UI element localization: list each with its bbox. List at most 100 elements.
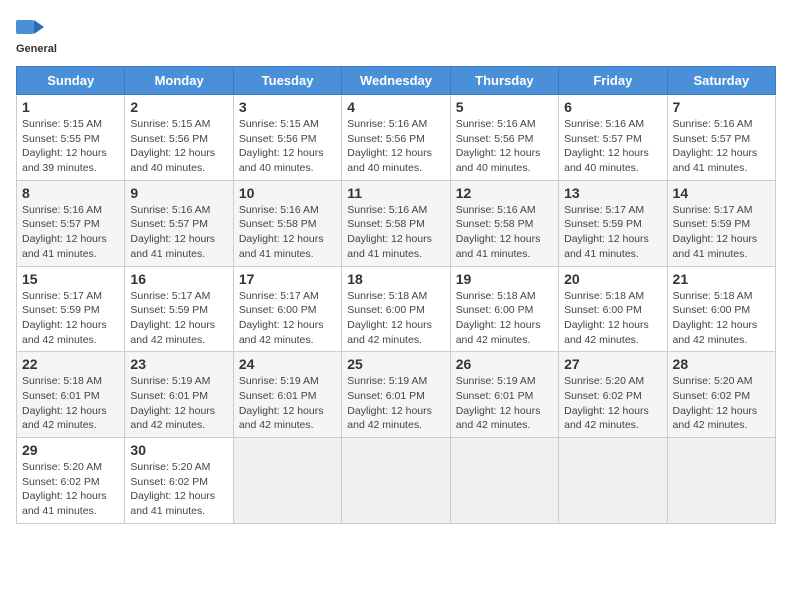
weekday-header-saturday: Saturday	[667, 67, 775, 95]
svg-text:General: General	[16, 43, 57, 55]
calendar-cell: 13 Sunrise: 5:17 AMSunset: 5:59 PMDayligh…	[559, 180, 667, 266]
day-info: Sunrise: 5:17 AMSunset: 5:59 PMDaylight:…	[22, 289, 119, 348]
calendar-cell: 18 Sunrise: 5:18 AMSunset: 6:00 PMDayligh…	[342, 266, 450, 352]
day-info: Sunrise: 5:16 AMSunset: 5:58 PMDaylight:…	[347, 203, 444, 262]
day-number: 2	[130, 99, 227, 115]
calendar-week-1: 1 Sunrise: 5:15 AMSunset: 5:55 PMDaylight…	[17, 95, 776, 181]
calendar-cell	[342, 438, 450, 524]
day-info: Sunrise: 5:19 AMSunset: 6:01 PMDaylight:…	[456, 374, 553, 433]
day-info: Sunrise: 5:20 AMSunset: 6:02 PMDaylight:…	[130, 460, 227, 519]
calendar-cell: 10 Sunrise: 5:16 AMSunset: 5:58 PMDayligh…	[233, 180, 341, 266]
calendar-header: SundayMondayTuesdayWednesdayThursdayFrid…	[17, 67, 776, 95]
day-info: Sunrise: 5:19 AMSunset: 6:01 PMDaylight:…	[130, 374, 227, 433]
calendar-cell: 16 Sunrise: 5:17 AMSunset: 5:59 PMDayligh…	[125, 266, 233, 352]
calendar-cell: 30 Sunrise: 5:20 AMSunset: 6:02 PMDayligh…	[125, 438, 233, 524]
day-info: Sunrise: 5:17 AMSunset: 5:59 PMDaylight:…	[673, 203, 770, 262]
day-number: 1	[22, 99, 119, 115]
day-number: 7	[673, 99, 770, 115]
calendar-cell: 17 Sunrise: 5:17 AMSunset: 6:00 PMDayligh…	[233, 266, 341, 352]
calendar-cell: 20 Sunrise: 5:18 AMSunset: 6:00 PMDayligh…	[559, 266, 667, 352]
day-number: 13	[564, 185, 661, 201]
day-number: 15	[22, 271, 119, 287]
day-info: Sunrise: 5:18 AMSunset: 6:00 PMDaylight:…	[673, 289, 770, 348]
calendar-cell: 23 Sunrise: 5:19 AMSunset: 6:01 PMDayligh…	[125, 352, 233, 438]
day-info: Sunrise: 5:19 AMSunset: 6:01 PMDaylight:…	[239, 374, 336, 433]
logo-icon: General Blue	[16, 16, 64, 56]
day-number: 25	[347, 356, 444, 372]
calendar-cell: 28 Sunrise: 5:20 AMSunset: 6:02 PMDayligh…	[667, 352, 775, 438]
day-number: 24	[239, 356, 336, 372]
calendar-cell: 4 Sunrise: 5:16 AMSunset: 5:56 PMDaylight…	[342, 95, 450, 181]
calendar-cell: 7 Sunrise: 5:16 AMSunset: 5:57 PMDaylight…	[667, 95, 775, 181]
day-number: 12	[456, 185, 553, 201]
calendar-cell: 27Sunrise: 5:20 AMSunset: 6:02 PMDayligh…	[559, 352, 667, 438]
day-info: Sunrise: 5:19 AMSunset: 6:01 PMDaylight:…	[347, 374, 444, 433]
day-number: 20	[564, 271, 661, 287]
day-info: Sunrise: 5:16 AMSunset: 5:58 PMDaylight:…	[456, 203, 553, 262]
page-header: General Blue	[16, 16, 776, 58]
weekday-header-sunday: Sunday	[17, 67, 125, 95]
calendar-cell: 6 Sunrise: 5:16 AMSunset: 5:57 PMDaylight…	[559, 95, 667, 181]
day-number: 14	[673, 185, 770, 201]
day-number: 8	[22, 185, 119, 201]
day-info: Sunrise: 5:20 AMSunset: 6:02 PMDaylight:…	[22, 460, 119, 519]
calendar-cell: 5Sunrise: 5:16 AMSunset: 5:56 PMDaylight…	[450, 95, 558, 181]
weekday-header-monday: Monday	[125, 67, 233, 95]
calendar-cell: 24 Sunrise: 5:19 AMSunset: 6:01 PMDayligh…	[233, 352, 341, 438]
day-number: 17	[239, 271, 336, 287]
day-number: 29	[22, 442, 119, 458]
calendar-cell: 3Sunrise: 5:15 AMSunset: 5:56 PMDaylight…	[233, 95, 341, 181]
day-info: Sunrise: 5:16 AMSunset: 5:57 PMDaylight:…	[130, 203, 227, 262]
calendar-cell: 14 Sunrise: 5:17 AMSunset: 5:59 PMDayligh…	[667, 180, 775, 266]
calendar-cell: 19Sunrise: 5:18 AMSunset: 6:00 PMDayligh…	[450, 266, 558, 352]
day-number: 9	[130, 185, 227, 201]
calendar-cell: 22 Sunrise: 5:18 AMSunset: 6:01 PMDayligh…	[17, 352, 125, 438]
calendar-cell: 2 Sunrise: 5:15 AMSunset: 5:56 PMDaylight…	[125, 95, 233, 181]
day-number: 30	[130, 442, 227, 458]
day-number: 18	[347, 271, 444, 287]
day-number: 3	[239, 99, 336, 115]
calendar-cell: 29 Sunrise: 5:20 AMSunset: 6:02 PMDayligh…	[17, 438, 125, 524]
calendar-cell: 9 Sunrise: 5:16 AMSunset: 5:57 PMDaylight…	[125, 180, 233, 266]
svg-text:Blue: Blue	[16, 55, 40, 56]
day-info: Sunrise: 5:17 AMSunset: 6:00 PMDaylight:…	[239, 289, 336, 348]
day-info: Sunrise: 5:16 AMSunset: 5:56 PMDaylight:…	[347, 117, 444, 176]
day-number: 10	[239, 185, 336, 201]
calendar-week-2: 8 Sunrise: 5:16 AMSunset: 5:57 PMDaylight…	[17, 180, 776, 266]
day-number: 22	[22, 356, 119, 372]
logo: General Blue	[16, 16, 64, 58]
day-number: 16	[130, 271, 227, 287]
calendar-table: SundayMondayTuesdayWednesdayThursdayFrid…	[16, 66, 776, 524]
day-info: Sunrise: 5:16 AMSunset: 5:57 PMDaylight:…	[673, 117, 770, 176]
day-info: Sunrise: 5:16 AMSunset: 5:56 PMDaylight:…	[456, 117, 553, 176]
calendar-cell: 25 Sunrise: 5:19 AMSunset: 6:01 PMDayligh…	[342, 352, 450, 438]
day-info: Sunrise: 5:15 AMSunset: 5:56 PMDaylight:…	[130, 117, 227, 176]
calendar-week-3: 15 Sunrise: 5:17 AMSunset: 5:59 PMDayligh…	[17, 266, 776, 352]
weekday-header-wednesday: Wednesday	[342, 67, 450, 95]
calendar-cell: 26 Sunrise: 5:19 AMSunset: 6:01 PMDayligh…	[450, 352, 558, 438]
calendar-cell	[667, 438, 775, 524]
day-info: Sunrise: 5:20 AMSunset: 6:02 PMDaylight:…	[673, 374, 770, 433]
day-number: 26	[456, 356, 553, 372]
day-info: Sunrise: 5:16 AMSunset: 5:58 PMDaylight:…	[239, 203, 336, 262]
calendar-week-5: 29 Sunrise: 5:20 AMSunset: 6:02 PMDayligh…	[17, 438, 776, 524]
day-number: 21	[673, 271, 770, 287]
day-info: Sunrise: 5:17 AMSunset: 5:59 PMDaylight:…	[130, 289, 227, 348]
day-number: 28	[673, 356, 770, 372]
day-info: Sunrise: 5:16 AMSunset: 5:57 PMDaylight:…	[564, 117, 661, 176]
day-info: Sunrise: 5:18 AMSunset: 6:00 PMDaylight:…	[564, 289, 661, 348]
day-number: 23	[130, 356, 227, 372]
day-number: 11	[347, 185, 444, 201]
day-info: Sunrise: 5:18 AMSunset: 6:00 PMDaylight:…	[347, 289, 444, 348]
day-number: 27	[564, 356, 661, 372]
day-info: Sunrise: 5:18 AMSunset: 6:00 PMDaylight:…	[456, 289, 553, 348]
day-number: 4	[347, 99, 444, 115]
calendar-cell: 8Sunrise: 5:16 AMSunset: 5:57 PMDaylight…	[17, 180, 125, 266]
day-info: Sunrise: 5:17 AMSunset: 5:59 PMDaylight:…	[564, 203, 661, 262]
day-info: Sunrise: 5:15 AMSunset: 5:55 PMDaylight:…	[22, 117, 119, 176]
day-number: 6	[564, 99, 661, 115]
calendar-cell: 21 Sunrise: 5:18 AMSunset: 6:00 PMDayligh…	[667, 266, 775, 352]
day-info: Sunrise: 5:18 AMSunset: 6:01 PMDaylight:…	[22, 374, 119, 433]
calendar-week-4: 22 Sunrise: 5:18 AMSunset: 6:01 PMDayligh…	[17, 352, 776, 438]
calendar-cell	[233, 438, 341, 524]
